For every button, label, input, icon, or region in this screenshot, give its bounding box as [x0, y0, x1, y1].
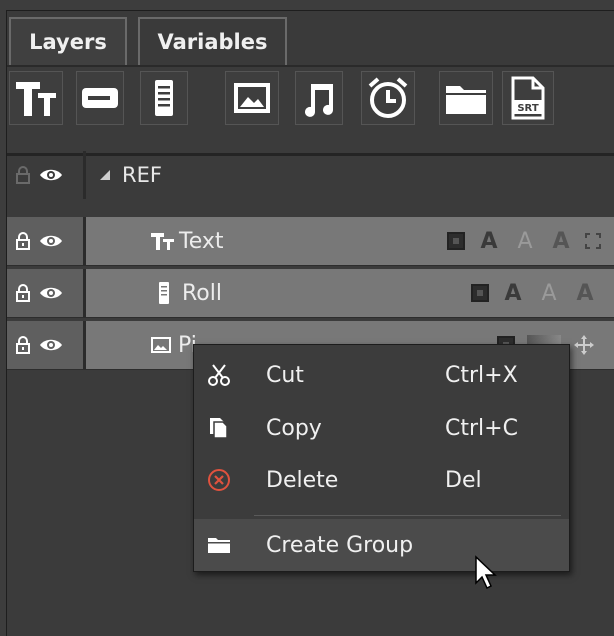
menu-item-label: Copy — [266, 415, 322, 441]
context-menu: Cut Ctrl+X Copy Ctrl+C Delete Del Create… — [193, 344, 570, 572]
eye-icon[interactable] — [39, 233, 63, 249]
lock-icon[interactable] — [15, 231, 31, 251]
mask-icon[interactable] — [471, 284, 489, 302]
group-controls — [7, 151, 83, 199]
menu-item-shortcut: Del — [445, 467, 482, 493]
menu-item-shortcut: Ctrl+C — [445, 415, 518, 441]
menu-separator — [254, 515, 561, 516]
menu-item-label: Cut — [266, 362, 304, 388]
outline-a-icon[interactable]: A — [513, 229, 537, 254]
lock-icon[interactable] — [15, 165, 31, 185]
layer-body: Text A A A — [86, 217, 614, 265]
lock-icon[interactable] — [15, 283, 31, 303]
layer-body: Roll A A A — [86, 269, 614, 317]
menu-item-create-group[interactable]: Create Group — [194, 519, 569, 571]
tab-bar: Layers Variables — [7, 11, 614, 67]
image-layer-icon — [151, 337, 171, 353]
scissors-icon — [206, 362, 232, 388]
group-row-ref[interactable]: REF — [7, 151, 614, 199]
folder-icon — [206, 532, 232, 558]
font-a-icon[interactable]: A — [573, 281, 597, 306]
roll-layer-icon — [159, 282, 169, 304]
outline-a-icon[interactable]: A — [537, 281, 561, 306]
eye-icon[interactable] — [39, 167, 63, 183]
copy-icon — [206, 415, 232, 441]
menu-item-cut[interactable]: Cut Ctrl+X — [194, 349, 569, 401]
shadow-a-icon[interactable]: A — [477, 229, 501, 254]
mask-icon[interactable] — [447, 232, 465, 250]
menu-item-copy[interactable]: Copy Ctrl+C — [194, 402, 569, 454]
menu-item-label: Delete — [266, 467, 339, 493]
delete-icon — [206, 467, 232, 493]
text-layer-icon — [151, 233, 174, 250]
layer-controls — [7, 217, 83, 265]
eye-icon[interactable] — [39, 337, 63, 353]
fit-icon[interactable] — [585, 233, 601, 249]
expand-triangle-icon[interactable] — [98, 168, 112, 182]
move-icon[interactable] — [573, 334, 595, 356]
menu-item-shortcut: Ctrl+X — [445, 362, 518, 388]
layer-name: Text — [179, 228, 224, 254]
shadow-a-icon[interactable]: A — [501, 281, 525, 306]
eye-icon[interactable] — [39, 285, 63, 301]
menu-item-label: Create Group — [266, 532, 414, 558]
lock-icon[interactable] — [15, 335, 31, 355]
layer-badges: A A A — [447, 217, 601, 265]
font-a-icon[interactable]: A — [549, 229, 573, 254]
menu-item-delete[interactable]: Delete Del — [194, 454, 569, 506]
layer-row-roll[interactable]: Roll A A A — [7, 269, 614, 318]
tab-layers[interactable]: Layers — [9, 17, 127, 65]
layer-name: Roll — [182, 280, 222, 306]
tab-variables[interactable]: Variables — [138, 17, 287, 65]
layer-badges: A A A — [471, 269, 597, 317]
group-name: REF — [122, 163, 162, 187]
mouse-cursor-icon — [475, 555, 497, 590]
layer-controls — [7, 321, 83, 369]
group-body: REF — [86, 151, 614, 199]
layer-row-text[interactable]: Text A A A — [7, 217, 614, 266]
layer-controls — [7, 269, 83, 317]
